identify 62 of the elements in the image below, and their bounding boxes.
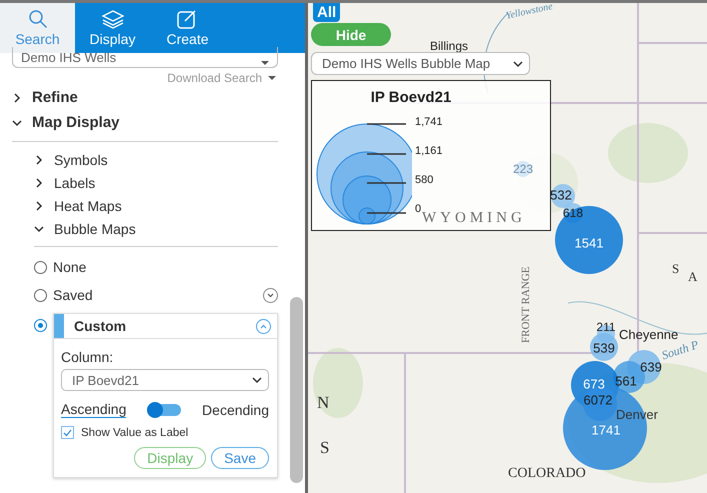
search-icon	[28, 9, 48, 29]
section-header[interactable]: Refine	[32, 89, 78, 106]
subsection-item[interactable]: Heat Maps	[54, 198, 122, 214]
accent-stripe	[54, 314, 64, 338]
radio-button[interactable]	[34, 288, 47, 302]
bubble-value: 223	[512, 162, 534, 176]
subsection-item[interactable]: Labels	[54, 174, 96, 190]
bubble-value: 6072	[584, 392, 612, 408]
bubble-value: 1741	[592, 422, 620, 438]
scrollbar-thumb[interactable]	[290, 297, 303, 483]
sort-toggle[interactable]	[147, 404, 182, 416]
layer-select[interactable]: Demo IHS Wells Bubble Map	[311, 52, 530, 75]
legend-tick-label: 1,741	[415, 116, 443, 130]
all-button[interactable]: All	[313, 3, 340, 22]
bubble-value: 211	[596, 320, 616, 334]
panel-title: Custom	[74, 318, 126, 334]
place-label: Cheyenne	[619, 327, 678, 342]
bubble-value: 1541	[574, 236, 604, 250]
forest-area	[313, 348, 363, 418]
layers-icon	[100, 9, 124, 29]
ascending-label: Ascending	[61, 401, 126, 418]
chevron-down-icon	[252, 376, 262, 384]
save-button[interactable]: Save	[211, 447, 269, 469]
descending-label: Decending	[202, 402, 269, 418]
place-label: Yellowstone	[505, 3, 554, 22]
place-label: S	[320, 438, 330, 458]
bubble-value: 532	[550, 188, 572, 202]
toggle-knob[interactable]	[147, 402, 164, 418]
place-label: Billings	[430, 39, 468, 53]
tab[interactable]: Search	[0, 3, 75, 53]
bubble-value: 639	[640, 360, 662, 374]
expand-icon[interactable]	[263, 288, 278, 302]
legend-tick-label: 1,161	[415, 145, 443, 159]
caret-icon	[261, 61, 269, 65]
radio-button[interactable]	[34, 260, 47, 274]
subsection-item[interactable]: Symbols	[54, 152, 108, 168]
edit-icon	[176, 9, 198, 29]
legend-tick-label: 580	[415, 174, 434, 188]
collapse-icon[interactable]	[256, 318, 271, 334]
column-select[interactable]: IP Boevd21	[61, 369, 269, 391]
radio-button[interactable]	[34, 319, 47, 332]
place-label: FRONT RANGE	[520, 266, 532, 343]
place-label: S	[672, 261, 680, 277]
checkbox[interactable]	[61, 426, 74, 439]
checkbox-label: Show Value as Label	[81, 426, 188, 438]
bubble-value: 673	[583, 376, 605, 392]
search-select[interactable]: Demo IHS Wells	[12, 47, 278, 68]
subsection-item[interactable]: Bubble Maps	[54, 220, 136, 236]
place-label: A	[688, 269, 698, 285]
bubble-value: 539	[593, 340, 615, 356]
option-label: None	[53, 259, 86, 275]
caret-icon	[268, 76, 276, 80]
field-label: Column:	[61, 349, 114, 365]
bubble-value: 561	[615, 374, 637, 388]
select-value: Demo IHS Wells	[21, 50, 116, 65]
place-label: WYOMING	[422, 210, 526, 227]
option-label: Saved	[53, 287, 93, 303]
place-label: N	[317, 393, 330, 413]
section-header[interactable]: Map Display	[32, 114, 120, 131]
place-label: COLORADO	[508, 466, 586, 482]
legend-title: IP Boevd21	[370, 89, 452, 106]
chevron-down-icon	[513, 60, 523, 68]
